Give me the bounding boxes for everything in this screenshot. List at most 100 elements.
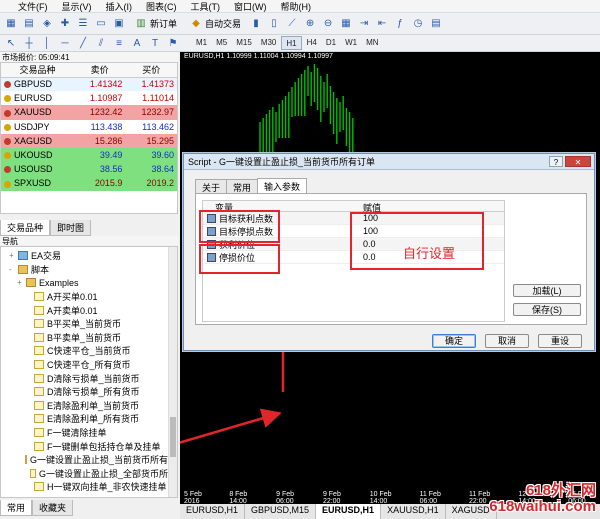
- tile-icon[interactable]: ▦: [339, 17, 353, 31]
- quote-row[interactable]: UKOUSD 39.49 39.60: [1, 147, 177, 163]
- new-order-button[interactable]: ▥ 新订单: [130, 16, 181, 32]
- nav-item[interactable]: B平买单_当前货币: [1, 317, 177, 331]
- nav-item[interactable]: B平卖单_当前货币: [1, 331, 177, 345]
- auto-trade-button[interactable]: ◆ 自动交易: [185, 16, 245, 32]
- quote-row[interactable]: XAUUSD 1232.42 1232.97: [1, 105, 177, 120]
- periods-icon[interactable]: ◷: [411, 17, 425, 31]
- chart-shift-icon[interactable]: ⇤: [375, 17, 389, 31]
- nav-item-label: Examples: [39, 277, 79, 288]
- chart-tab[interactable]: EURUSD,H1: [316, 504, 382, 519]
- chart-tab[interactable]: XAUUSD,H1: [381, 504, 446, 519]
- quote-row[interactable]: XAGUSD 15.286 15.295: [1, 133, 177, 148]
- bar-chart-icon[interactable]: ▮: [249, 17, 263, 31]
- fibonacci-icon[interactable]: ≡: [112, 36, 126, 50]
- menu-item-3[interactable]: 图表(C): [146, 0, 177, 13]
- tab-common[interactable]: 常用: [0, 500, 33, 516]
- nav-item[interactable]: + EA交易: [1, 249, 177, 263]
- timeframe-mn[interactable]: MN: [362, 36, 382, 50]
- cursor-icon[interactable]: ↖: [4, 36, 18, 50]
- timeframe-d1[interactable]: D1: [322, 36, 340, 50]
- reset-button[interactable]: 重设: [538, 334, 582, 348]
- nav-item[interactable]: A开卖单0.01: [1, 303, 177, 317]
- nav-item[interactable]: A开买单0.01: [1, 290, 177, 304]
- nav-item[interactable]: + Examples: [1, 276, 177, 290]
- save-button[interactable]: 保存(S): [513, 303, 581, 316]
- menu-item-0[interactable]: 文件(F): [18, 0, 48, 13]
- timeframe-m30[interactable]: M30: [257, 36, 281, 50]
- nav-item[interactable]: E清除盈利单_当前货币: [1, 399, 177, 413]
- nav-item[interactable]: C快速平仓_当前货币: [1, 344, 177, 358]
- ok-button[interactable]: 确定: [432, 334, 476, 348]
- nav-item[interactable]: D清除亏损单_当前货币: [1, 371, 177, 385]
- menu-item-4[interactable]: 工具(T): [191, 0, 221, 13]
- autoscroll-icon[interactable]: ⇥: [357, 17, 371, 31]
- timeframe-m5[interactable]: M5: [212, 36, 231, 50]
- line-chart-icon[interactable]: ⟋: [285, 17, 299, 31]
- vertical-line-icon[interactable]: │: [40, 36, 54, 50]
- quote-row[interactable]: SPXUSD 2015.9 2019.2: [1, 176, 177, 191]
- quote-row[interactable]: USOUSD 38.56 38.64: [1, 162, 177, 177]
- menu-item-5[interactable]: 窗口(W): [234, 0, 267, 13]
- timeframe-h4[interactable]: H4: [303, 36, 321, 50]
- nav-item[interactable]: G一键设置止盈止损_全部货币所有: [1, 467, 177, 481]
- timeframe-m15[interactable]: M15: [232, 36, 256, 50]
- timeframe-w1[interactable]: W1: [341, 36, 361, 50]
- menu-item-2[interactable]: 插入(I): [106, 0, 133, 13]
- nav-item[interactable]: - 脚本: [1, 263, 177, 277]
- new-chart-icon[interactable]: ▦: [4, 17, 18, 31]
- chart-tab[interactable]: GBPUSD,M15: [245, 504, 317, 519]
- help-button[interactable]: ?: [549, 156, 563, 167]
- timeframe-h1[interactable]: H1: [281, 36, 302, 50]
- indicators-icon[interactable]: ƒ: [393, 17, 407, 31]
- menu-item-1[interactable]: 显示(V): [62, 0, 92, 13]
- quote-row[interactable]: USDJPY 113.438 113.462: [1, 119, 177, 134]
- nav-item[interactable]: H一键双向挂单_非农快速挂单: [1, 480, 177, 494]
- new-order-label: 新订单: [150, 19, 178, 29]
- zoom-out-icon[interactable]: ⊖: [321, 17, 335, 31]
- tab-symbols[interactable]: 交易品种: [0, 220, 51, 236]
- text-icon[interactable]: A: [130, 36, 144, 50]
- quote-row[interactable]: EURUSD 1.10987 1.11014: [1, 91, 177, 106]
- channel-icon[interactable]: ⫽: [94, 36, 108, 50]
- tab-inputs[interactable]: 输入参数: [257, 178, 308, 193]
- crosshair-icon[interactable]: ┼: [22, 36, 36, 50]
- templates-icon[interactable]: ▤: [429, 17, 443, 31]
- horizontal-line-icon[interactable]: ─: [58, 36, 72, 50]
- arrows-icon[interactable]: ⚑: [166, 36, 180, 50]
- nav-item[interactable]: F一键清除挂单: [1, 426, 177, 440]
- trendline-icon[interactable]: ╱: [76, 36, 90, 50]
- nav-item[interactable]: D清除亏损单_所有货币: [1, 385, 177, 399]
- nav-item[interactable]: F一键删单包括持仓单及挂单: [1, 439, 177, 453]
- tester-icon[interactable]: ▣: [112, 17, 126, 31]
- data-window-icon[interactable]: ✚: [58, 17, 72, 31]
- nav-item[interactable]: C快速平仓_所有货币: [1, 358, 177, 372]
- close-button[interactable]: ✕: [565, 156, 591, 167]
- ask-cell: 1232.97: [141, 107, 174, 118]
- symbol-name: GBPUSD: [14, 79, 53, 90]
- quote-row[interactable]: GBPUSD 1.41342 1.41373: [1, 77, 177, 92]
- menu-item-6[interactable]: 帮助(H): [281, 0, 312, 13]
- navigator-icon[interactable]: ☰: [76, 17, 90, 31]
- timeframe-m1[interactable]: M1: [192, 36, 211, 50]
- chart-tab[interactable]: EURUSD,H1: [180, 504, 246, 519]
- nav-item[interactable]: E清除盈利单_所有货币: [1, 412, 177, 426]
- profiles-icon[interactable]: ▤: [22, 17, 36, 31]
- zoom-in-icon[interactable]: ⊕: [303, 17, 317, 31]
- tree-toggle[interactable]: +: [17, 278, 26, 287]
- tab-tick-chart[interactable]: 即时图: [50, 220, 92, 236]
- tab-favorites[interactable]: 收藏夹: [32, 500, 74, 516]
- label-icon[interactable]: T: [148, 36, 162, 50]
- load-button[interactable]: 加载(L): [513, 284, 581, 297]
- tree-toggle[interactable]: +: [9, 251, 18, 260]
- nav-item-label: E清除盈利单_当前货币: [47, 400, 140, 411]
- market-watch-icon[interactable]: ◈: [40, 17, 54, 31]
- nav-item[interactable]: G一键设置止盈止损_当前货币所有订: [1, 453, 177, 467]
- col-bid: 卖价: [73, 63, 126, 78]
- cancel-button[interactable]: 取消: [485, 334, 529, 348]
- terminal-icon[interactable]: ▭: [94, 17, 108, 31]
- symbol-name: SPXUSD: [14, 178, 52, 189]
- navigator-scroll-thumb[interactable]: [170, 417, 176, 457]
- navigator-scrollbar[interactable]: [168, 247, 177, 497]
- tree-toggle[interactable]: -: [9, 265, 18, 274]
- candle-chart-icon[interactable]: ▯: [267, 17, 281, 31]
